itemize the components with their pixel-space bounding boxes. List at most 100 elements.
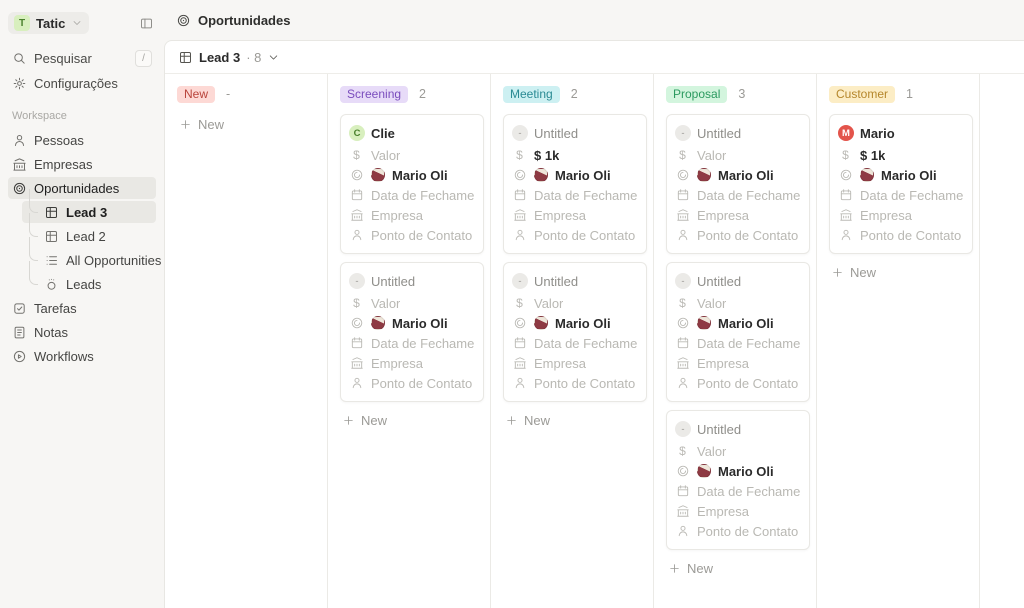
opportunity-card[interactable]: -Untitled$ValorMario OliData de Fechamen… bbox=[666, 114, 810, 254]
sidebar-item-notas[interactable]: Notas bbox=[8, 321, 156, 343]
card-field-ponto-de-contato[interactable]: Ponto de Contato bbox=[675, 521, 801, 541]
column-count: 3 bbox=[738, 87, 745, 101]
card-title-row[interactable]: -Untitled bbox=[512, 121, 638, 145]
search-button[interactable]: Pesquisar / bbox=[8, 46, 156, 71]
table-view-icon bbox=[178, 50, 193, 65]
card-field-1k[interactable]: $$ 1k bbox=[838, 145, 964, 165]
card-field-empresa[interactable]: Empresa bbox=[512, 353, 638, 373]
column-header[interactable]: New- bbox=[177, 83, 321, 105]
field-value: Valor bbox=[371, 296, 400, 311]
card-title: Untitled bbox=[534, 274, 578, 289]
card-field-valor[interactable]: $Valor bbox=[349, 293, 475, 313]
sidebar: T Tatic Pesquisar / Configurações Worksp… bbox=[0, 0, 164, 608]
sidebar-item-all-opportunities[interactable]: All Opportunities bbox=[22, 249, 156, 271]
field-value: Valor bbox=[697, 148, 726, 163]
card-field-ponto-de-contato[interactable]: Ponto de Contato bbox=[675, 225, 801, 245]
card-field-valor[interactable]: $Valor bbox=[675, 293, 801, 313]
card-field-mario-oli[interactable]: Mario Oli bbox=[838, 165, 964, 185]
card-field-empresa[interactable]: Empresa bbox=[675, 205, 801, 225]
card-field-empresa[interactable]: Empresa bbox=[349, 353, 475, 373]
card-field-valor[interactable]: $Valor bbox=[512, 293, 638, 313]
sidebar-item-empresas[interactable]: Empresas bbox=[8, 153, 156, 175]
opportunity-card[interactable]: -Untitled$ValorMario OliData de Fechamen… bbox=[503, 262, 647, 402]
card-field-mario-oli[interactable]: Mario Oli bbox=[512, 313, 638, 333]
opportunity-card[interactable]: CClie$ValorMario OliData de FechamentoEm… bbox=[340, 114, 484, 254]
card-field-empresa[interactable]: Empresa bbox=[838, 205, 964, 225]
card-field-ponto-de-contato[interactable]: Ponto de Contato bbox=[512, 225, 638, 245]
opportunity-card[interactable]: -Untitled$ValorMario OliData de Fechamen… bbox=[340, 262, 484, 402]
card-field-valor[interactable]: $Valor bbox=[675, 145, 801, 165]
card-field-data-de-fechamento[interactable]: Data de Fechamento bbox=[675, 185, 801, 205]
card-field-valor[interactable]: $Valor bbox=[349, 145, 475, 165]
card-title-row[interactable]: MMario bbox=[838, 121, 964, 145]
card-field-ponto-de-contato[interactable]: Ponto de Contato bbox=[349, 373, 475, 393]
field-value: Ponto de Contato bbox=[697, 376, 798, 391]
add-card-button[interactable]: New bbox=[829, 262, 878, 283]
column-header[interactable]: Meeting2 bbox=[503, 83, 647, 105]
card-field-empresa[interactable]: Empresa bbox=[675, 353, 801, 373]
card-field-ponto-de-contato[interactable]: Ponto de Contato bbox=[349, 225, 475, 245]
sidebar-item-tarefas[interactable]: Tarefas bbox=[8, 297, 156, 319]
sidebar-item-leads[interactable]: Leads bbox=[22, 273, 156, 295]
assignee-avatar bbox=[697, 464, 711, 478]
column-header[interactable]: Customer1 bbox=[829, 83, 973, 105]
card-field-mario-oli[interactable]: Mario Oli bbox=[349, 313, 475, 333]
card-field-empresa[interactable]: Empresa bbox=[675, 501, 801, 521]
card-field-mario-oli[interactable]: Mario Oli bbox=[675, 165, 801, 185]
column-header[interactable]: Screening2 bbox=[340, 83, 484, 105]
add-card-button[interactable]: New bbox=[503, 410, 552, 431]
card-title-row[interactable]: -Untitled bbox=[675, 269, 801, 293]
column-header[interactable]: Proposal 3 bbox=[666, 83, 810, 105]
record-avatar: - bbox=[675, 421, 691, 437]
sidebar-item-lead-2[interactable]: Lead 2 bbox=[22, 225, 156, 247]
sidebar-item-label: Oportunidades bbox=[34, 181, 152, 196]
card-field-ponto-de-contato[interactable]: Ponto de Contato bbox=[838, 225, 964, 245]
column-status-badge: Proposal bbox=[666, 86, 727, 103]
opportunity-card[interactable]: -Untitled$ValorMario OliData de Fechamen… bbox=[666, 410, 810, 550]
column-status-badge: Customer bbox=[829, 86, 895, 103]
add-card-button[interactable]: New bbox=[340, 410, 389, 431]
currency-icon: $ bbox=[838, 148, 853, 162]
card-field-data-de-fechamento[interactable]: Data de Fechamento bbox=[675, 481, 801, 501]
card-field-mario-oli[interactable]: Mario Oli bbox=[349, 165, 475, 185]
card-field-data-de-fechamento[interactable]: Data de Fechamento bbox=[349, 333, 475, 353]
workspace-switcher[interactable]: T Tatic bbox=[8, 12, 89, 34]
card-title-row[interactable]: -Untitled bbox=[512, 269, 638, 293]
card-field-1k[interactable]: $$ 1k bbox=[512, 145, 638, 165]
card-field-data-de-fechamento[interactable]: Data de Fechamento bbox=[349, 185, 475, 205]
opportunity-card[interactable]: -Untitled$ValorMario OliData de Fechamen… bbox=[666, 262, 810, 402]
card-field-data-de-fechamento[interactable]: Data de Fechamento bbox=[512, 185, 638, 205]
card-title-row[interactable]: -Untitled bbox=[349, 269, 475, 293]
field-value: Mario Oli bbox=[881, 168, 937, 183]
view-selector[interactable]: Lead 3 · 8 bbox=[165, 41, 1024, 74]
target-icon bbox=[12, 181, 27, 196]
card-title-row[interactable]: -Untitled bbox=[675, 417, 801, 441]
sidebar-item-lead-3[interactable]: Lead 3 bbox=[22, 201, 156, 223]
card-field-data-de-fechamento[interactable]: Data de Fechamento bbox=[512, 333, 638, 353]
card-field-data-de-fechamento[interactable]: Data de Fechamento bbox=[838, 185, 964, 205]
card-field-ponto-de-contato[interactable]: Ponto de Contato bbox=[675, 373, 801, 393]
card-title-row[interactable]: -Untitled bbox=[675, 121, 801, 145]
card-field-data-de-fechamento[interactable]: Data de Fechamento bbox=[675, 333, 801, 353]
card-field-valor[interactable]: $Valor bbox=[675, 441, 801, 461]
card-field-ponto-de-contato[interactable]: Ponto de Contato bbox=[512, 373, 638, 393]
card-field-mario-oli[interactable]: Mario Oli bbox=[512, 165, 638, 185]
content-panel: Lead 3 · 8 New-NewScreening2CClie$ValorM… bbox=[164, 40, 1024, 608]
sidebar-item-label: Tarefas bbox=[34, 301, 152, 316]
card-field-mario-oli[interactable]: Mario Oli bbox=[675, 461, 801, 481]
sidebar-item-pessoas[interactable]: Pessoas bbox=[8, 129, 156, 151]
field-value: Empresa bbox=[860, 208, 912, 223]
workspace-section-label: Workspace bbox=[12, 110, 152, 122]
card-field-empresa[interactable]: Empresa bbox=[512, 205, 638, 225]
opportunity-card[interactable]: MMario$$ 1k Mario Oli Data de Fechamento Em… bbox=[829, 114, 973, 254]
card-field-mario-oli[interactable]: Mario Oli bbox=[675, 313, 801, 333]
card-title-row[interactable]: CClie bbox=[349, 121, 475, 145]
sidebar-item-workflows[interactable]: Workflows bbox=[8, 345, 156, 367]
add-card-button[interactable]: New bbox=[177, 114, 226, 135]
currency-icon: $ bbox=[349, 148, 364, 162]
settings-button[interactable]: Configurações bbox=[8, 71, 156, 96]
collapse-sidebar-icon[interactable] bbox=[139, 16, 154, 31]
card-field-empresa[interactable]: Empresa bbox=[349, 205, 475, 225]
add-card-button[interactable]: New bbox=[666, 558, 715, 579]
opportunity-card[interactable]: -Untitled$$ 1kMario OliData de Fechament… bbox=[503, 114, 647, 254]
